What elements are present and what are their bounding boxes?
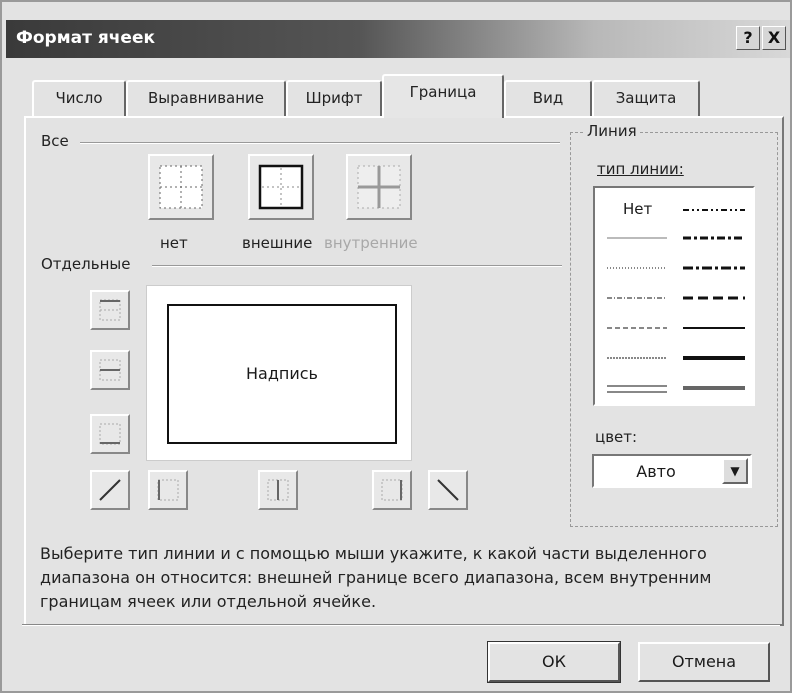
line-style-none[interactable]: Нет: [623, 200, 652, 218]
preset-outline-button[interactable]: [248, 154, 314, 220]
tab-number[interactable]: Число: [32, 80, 126, 116]
tab-alignment[interactable]: Выравнивание: [126, 80, 286, 116]
border-inside-icon: [357, 165, 401, 209]
tab-font[interactable]: Шрифт: [286, 80, 382, 116]
border-inner-horizontal-button[interactable]: [90, 350, 130, 390]
line-group-label: Линия: [584, 122, 640, 140]
border-right-icon: [381, 479, 403, 501]
all-group-divider: [80, 142, 560, 144]
border-left-button[interactable]: [148, 470, 188, 510]
border-bottom-button[interactable]: [90, 414, 130, 454]
border-outline-icon: [258, 164, 304, 210]
line-style-label: тип линии:: [594, 160, 687, 178]
window-title: Формат ячеек: [16, 28, 156, 48]
preset-none-label: нет: [160, 234, 188, 252]
title-bar[interactable]: Формат ячеек ? X: [6, 20, 790, 58]
footer-divider: [22, 624, 780, 626]
tab-protection[interactable]: Защита: [592, 80, 700, 116]
preset-outline-label: внешние: [242, 234, 313, 252]
diagonal-up-icon: [99, 479, 121, 501]
cancel-button[interactable]: Отмена: [638, 642, 770, 682]
border-inner-horizontal-icon: [99, 359, 121, 381]
line-color-value: Авто: [636, 462, 676, 481]
instruction-text: Выберите тип линии и с помощью мыши укаж…: [40, 544, 712, 611]
tab-fill[interactable]: Вид: [504, 80, 592, 116]
line-color-select[interactable]: Авто ▼: [592, 454, 752, 488]
close-button[interactable]: X: [762, 26, 786, 50]
border-preview[interactable]: Надпись: [146, 285, 412, 461]
line-style-list[interactable]: Нет: [593, 186, 755, 406]
border-none-icon: [159, 165, 203, 209]
preview-text: Надпись: [246, 364, 318, 383]
border-inner-vertical-button[interactable]: [258, 470, 298, 510]
border-diagonal-up-button[interactable]: [90, 470, 130, 510]
separate-group-divider: [152, 265, 562, 267]
border-inner-vertical-icon: [267, 479, 289, 501]
border-right-button[interactable]: [372, 470, 412, 510]
line-color-label: цвет:: [592, 428, 641, 446]
border-bottom-icon: [99, 423, 121, 445]
diagonal-down-icon: [437, 479, 459, 501]
tab-border[interactable]: Граница: [382, 74, 504, 118]
border-top-button[interactable]: [90, 290, 130, 330]
chevron-down-icon[interactable]: ▼: [722, 458, 748, 484]
border-left-icon: [157, 479, 179, 501]
preset-inside-button[interactable]: [346, 154, 412, 220]
all-group-label: Все: [38, 132, 72, 150]
preset-none-button[interactable]: [148, 154, 214, 220]
border-diagonal-down-button[interactable]: [428, 470, 468, 510]
separate-group-label: Отдельные: [38, 255, 134, 273]
ok-button[interactable]: ОК: [487, 641, 621, 683]
line-style-options: [607, 209, 745, 393]
format-cells-dialog: Формат ячеек ? X Число Выравнивание Шриф…: [0, 0, 792, 693]
preset-inside-label: внутренние: [324, 234, 418, 252]
help-button[interactable]: ?: [736, 26, 760, 50]
preview-cell: Надпись: [167, 304, 397, 444]
border-top-icon: [99, 299, 121, 321]
